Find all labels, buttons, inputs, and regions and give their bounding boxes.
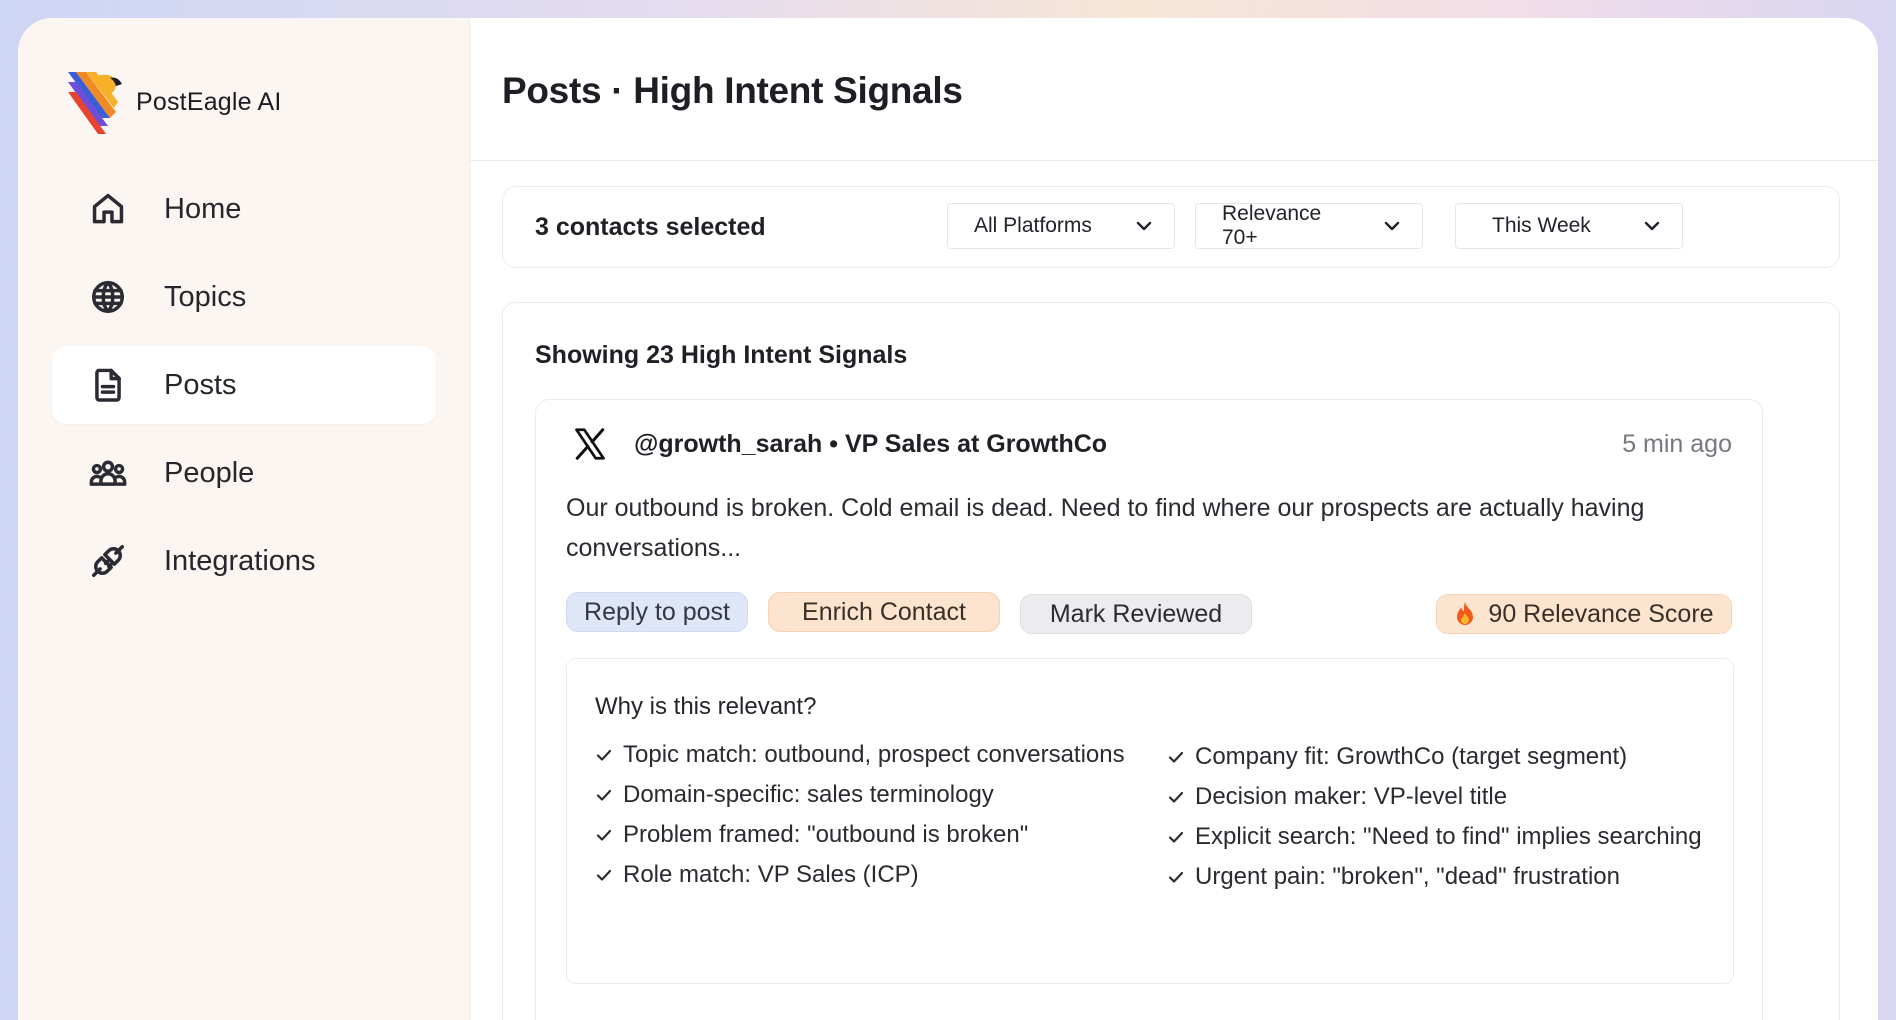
sidebar: PostEagle AI Home Topics Posts People In… [18, 18, 470, 1020]
brand[interactable]: PostEagle AI [66, 68, 282, 136]
header-divider [470, 160, 1878, 161]
sidebar-item-label: Topics [164, 280, 247, 313]
posteagle-logo-icon [68, 72, 122, 134]
reason-item: Topic match: outbound, prospect conversa… [595, 735, 1125, 775]
post-author[interactable]: @growth_sarah • VP Sales at GrowthCo [634, 430, 1107, 459]
post-card: @growth_sarah • VP Sales at GrowthCo 5 m… [535, 399, 1763, 1020]
sidebar-item-integrations[interactable]: Integrations [52, 522, 436, 600]
sidebar-item-posts[interactable]: Posts [52, 346, 436, 424]
people-icon [88, 453, 128, 493]
reason-item: Decision maker: VP-level title [1167, 777, 1702, 817]
check-icon [1168, 751, 1184, 763]
reason-text: Explicit search: "Need to find" implies … [1195, 823, 1702, 850]
sidebar-item-label: Home [164, 192, 242, 225]
post-timestamp: 5 min ago [1622, 430, 1732, 458]
reasons-left-column: Topic match: outbound, prospect conversa… [595, 735, 1125, 895]
check-icon [1168, 831, 1184, 843]
platform-dropdown-value: All Platforms [974, 214, 1092, 237]
sidebar-item-home[interactable]: Home [52, 170, 436, 248]
enrich-contact-button[interactable]: Enrich Contact [768, 592, 1000, 632]
reason-text: Urgent pain: "broken", "dead" frustratio… [1195, 863, 1620, 890]
reason-text: Problem framed: "outbound is broken" [623, 821, 1029, 848]
reason-item: Domain-specific: sales terminology [595, 775, 1125, 815]
home-icon [88, 189, 128, 229]
sidebar-item-label: People [164, 456, 255, 489]
brand-name: PostEagle AI [136, 87, 282, 116]
relevance-explanation: Why is this relevant? Topic match: outbo… [566, 658, 1734, 984]
relevance-score-badge: 90 Relevance Score [1436, 594, 1732, 634]
chevron-down-icon [1622, 214, 1682, 238]
reply-to-post-button[interactable]: Reply to post [566, 592, 748, 632]
check-icon [596, 829, 612, 841]
chevron-down-icon [1114, 214, 1174, 238]
reason-item: Role match: VP Sales (ICP) [595, 855, 1125, 895]
mark-reviewed-button[interactable]: Mark Reviewed [1020, 594, 1252, 634]
chevron-down-icon [1362, 214, 1422, 238]
x-logo-icon [575, 428, 605, 460]
sidebar-item-people[interactable]: People [52, 434, 436, 512]
sidebar-nav: Home Topics Posts People Integrations [52, 170, 436, 610]
reason-text: Decision maker: VP-level title [1195, 783, 1508, 810]
globe-icon [88, 277, 128, 317]
plug-icon [88, 541, 128, 581]
check-icon [1168, 871, 1184, 883]
relevance-score-label: 90 Relevance Score [1488, 599, 1714, 628]
reason-text: Company fit: GrowthCo (target segment) [1195, 743, 1628, 770]
reason-item: Explicit search: "Need to find" implies … [1167, 817, 1702, 857]
reason-text: Domain-specific: sales terminology [623, 781, 994, 808]
sidebar-item-topics[interactable]: Topics [52, 258, 436, 336]
filter-bar: 3 contacts selected All Platforms Releva… [502, 186, 1840, 268]
page-title: Posts · High Intent Signals [502, 70, 963, 111]
reason-item: Problem framed: "outbound is broken" [595, 815, 1125, 855]
check-icon [596, 749, 612, 761]
reason-text: Topic match: outbound, prospect conversa… [623, 741, 1125, 768]
reason-text: Role match: VP Sales (ICP) [623, 861, 919, 888]
signals-panel: Showing 23 High Intent Signals @growth_s… [502, 302, 1840, 1020]
period-dropdown[interactable]: This Week [1455, 203, 1683, 249]
reason-item: Urgent pain: "broken", "dead" frustratio… [1167, 857, 1702, 897]
relevance-dropdown-value: Relevance 70+ [1222, 202, 1322, 249]
document-icon [88, 365, 128, 405]
contacts-selected-count: 3 contacts selected [535, 213, 766, 241]
relevance-explanation-title: Why is this relevant? [595, 693, 817, 720]
app-window: PostEagle AI Home Topics Posts People In… [18, 18, 1878, 1020]
signals-heading: Showing 23 High Intent Signals [535, 341, 908, 369]
period-dropdown-value: This Week [1492, 214, 1591, 237]
sidebar-item-label: Integrations [164, 544, 316, 577]
reason-item: Company fit: GrowthCo (target segment) [1167, 737, 1702, 777]
sidebar-item-label: Posts [164, 368, 237, 401]
fire-icon [1457, 602, 1474, 625]
platform-dropdown[interactable]: All Platforms [947, 203, 1175, 249]
check-icon [596, 869, 612, 881]
post-text: Our outbound is broken. Cold email is de… [566, 494, 1645, 562]
reasons-right-column: Company fit: GrowthCo (target segment) D… [1167, 737, 1702, 897]
relevance-dropdown[interactable]: Relevance 70+ [1195, 202, 1423, 249]
check-icon [596, 789, 612, 801]
check-icon [1168, 791, 1184, 803]
